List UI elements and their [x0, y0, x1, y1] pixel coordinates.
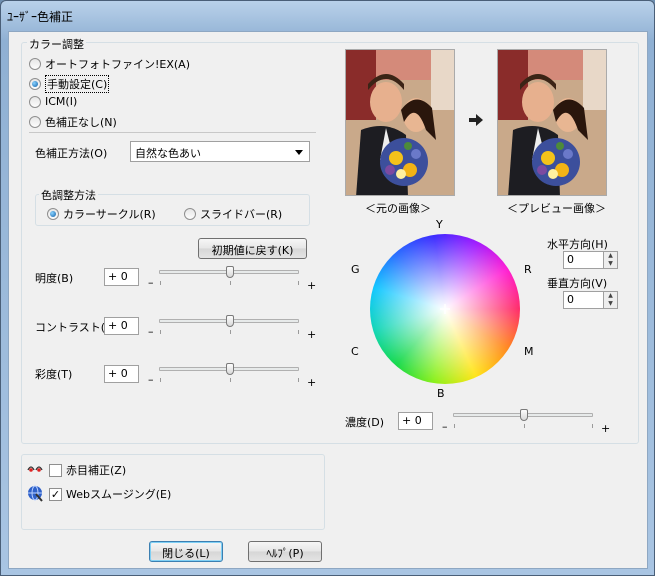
radio-indicator-selected: [47, 208, 59, 220]
density-label: 濃度(D): [345, 416, 385, 429]
window-title: ﾕｰｻﾞｰ色補正: [7, 10, 74, 24]
radio-label: 手動設定(C): [45, 75, 110, 93]
slider-tick: [524, 424, 525, 428]
saturation-minus: –: [148, 373, 154, 386]
checkbox-label: 赤目補正(Z): [66, 464, 127, 477]
slider-tick: [160, 281, 161, 285]
radio-slide-bar[interactable]: スライドバー(R): [184, 206, 282, 222]
divider: [29, 132, 316, 133]
method-select[interactable]: 自然な色あい: [130, 141, 310, 162]
color-adjust-group-title: カラー調整: [27, 36, 86, 52]
arrow-right-icon: [469, 114, 483, 126]
radio-label: ICM(I): [45, 95, 78, 108]
chevron-down-icon: [295, 150, 303, 155]
web-smoothing-icon: [26, 484, 44, 502]
radio-indicator: [29, 116, 41, 128]
horizontal-label: 水平方向(H): [547, 238, 608, 251]
radio-indicator: [29, 95, 41, 108]
density-input[interactable]: + 0: [398, 412, 433, 430]
saturation-slider-thumb[interactable]: [226, 363, 234, 375]
radio-label: カラーサークル(R): [63, 208, 156, 221]
radio-auto-photofine[interactable]: オートフォトファイン!EX(A): [29, 56, 190, 72]
saturation-plus: +: [307, 376, 317, 389]
help-button[interactable]: ﾍﾙﾌﾟ(P): [248, 541, 322, 562]
radio-label: スライドバー(R): [200, 208, 283, 221]
contrast-plus: +: [307, 328, 317, 341]
contrast-input[interactable]: + 0: [104, 317, 139, 335]
slider-tick: [230, 330, 231, 334]
vertical-input[interactable]: 0: [563, 291, 604, 309]
checkbox-label: Webスムージング(E): [66, 488, 172, 501]
original-image: [345, 49, 455, 196]
radio-label: オートフォトファイン!EX(A): [45, 58, 191, 71]
contrast-slider-thumb[interactable]: [226, 315, 234, 327]
saturation-label: 彩度(T): [35, 368, 73, 381]
radio-label: 色補正なし(N): [45, 116, 117, 129]
slider-tick: [230, 281, 231, 285]
radio-color-circle[interactable]: カラーサークル(R): [47, 206, 156, 222]
checkbox-box: [49, 463, 62, 477]
spin-up-icon[interactable]: ▲: [604, 252, 617, 260]
slider-tick: [160, 330, 161, 334]
close-button[interactable]: 閉じる(L): [149, 541, 223, 562]
wheel-label-b: B: [437, 387, 445, 400]
slider-tick: [298, 330, 299, 334]
red-eye-checkbox[interactable]: 赤目補正(Z): [49, 462, 126, 478]
slider-tick: [298, 281, 299, 285]
slider-tick: [230, 378, 231, 382]
density-slider-thumb[interactable]: [520, 409, 528, 421]
red-eye-icon: [27, 462, 43, 474]
radio-manual[interactable]: 手動設定(C): [29, 75, 110, 93]
brightness-slider-thumb[interactable]: [226, 266, 234, 278]
portrait-photo: [498, 50, 606, 195]
original-image-caption: ＜元の画像＞: [365, 202, 431, 215]
web-smoothing-checkbox[interactable]: ✓ Webスムージング(E): [49, 486, 171, 502]
slider-tick: [160, 378, 161, 382]
wheel-label-g: G: [351, 263, 360, 276]
radio-indicator: [29, 58, 41, 70]
brightness-label: 明度(B): [35, 272, 74, 285]
wheel-label-y: Y: [436, 218, 443, 231]
wheel-label-r: R: [524, 263, 532, 276]
vertical-label: 垂直方向(V): [547, 277, 608, 290]
density-plus: +: [601, 422, 611, 435]
spin-up-icon[interactable]: ▲: [604, 292, 617, 300]
vertical-spinner[interactable]: ▲ ▼: [603, 291, 618, 309]
saturation-input[interactable]: + 0: [104, 365, 139, 383]
color-method-title: 色調整方法: [39, 187, 98, 203]
checkbox-box-checked: ✓: [49, 487, 62, 501]
preview-image-caption: ＜プレビュー画像＞: [507, 202, 606, 215]
radio-indicator-selected: [29, 78, 41, 90]
brightness-input[interactable]: + 0: [104, 268, 139, 286]
contrast-minus: –: [148, 325, 154, 338]
slider-tick: [454, 424, 455, 428]
slider-tick: [592, 424, 593, 428]
color-wheel[interactable]: [370, 234, 520, 384]
radio-indicator: [184, 208, 196, 220]
brightness-minus: –: [148, 276, 154, 289]
wheel-label-m: M: [524, 345, 534, 358]
preview-image: [497, 49, 607, 196]
density-minus: –: [442, 420, 448, 433]
horizontal-input[interactable]: 0: [563, 251, 604, 269]
method-label: 色補正方法(O): [35, 147, 108, 160]
horizontal-spinner[interactable]: ▲ ▼: [603, 251, 618, 269]
slider-tick: [298, 378, 299, 382]
dialog-client-area: カラー調整 オートフォトファイン!EX(A) 手動設定(C) ICM(I) 色補…: [8, 31, 648, 569]
radio-no-correction[interactable]: 色補正なし(N): [29, 114, 117, 130]
brightness-plus: +: [307, 279, 317, 292]
spin-down-icon[interactable]: ▼: [604, 260, 617, 268]
radio-icm[interactable]: ICM(I): [29, 95, 77, 108]
wheel-label-c: C: [351, 345, 359, 358]
reset-defaults-button[interactable]: 初期値に戻す(K): [198, 238, 307, 259]
portrait-photo: [346, 50, 454, 195]
dialog-window: ﾕｰｻﾞｰ色補正 カラー調整 オートフォトファイン!EX(A) 手動設定(C) …: [0, 0, 655, 576]
spin-down-icon[interactable]: ▼: [604, 300, 617, 308]
crosshair-icon[interactable]: [440, 304, 450, 314]
method-select-value: 自然な色あい: [135, 147, 201, 160]
